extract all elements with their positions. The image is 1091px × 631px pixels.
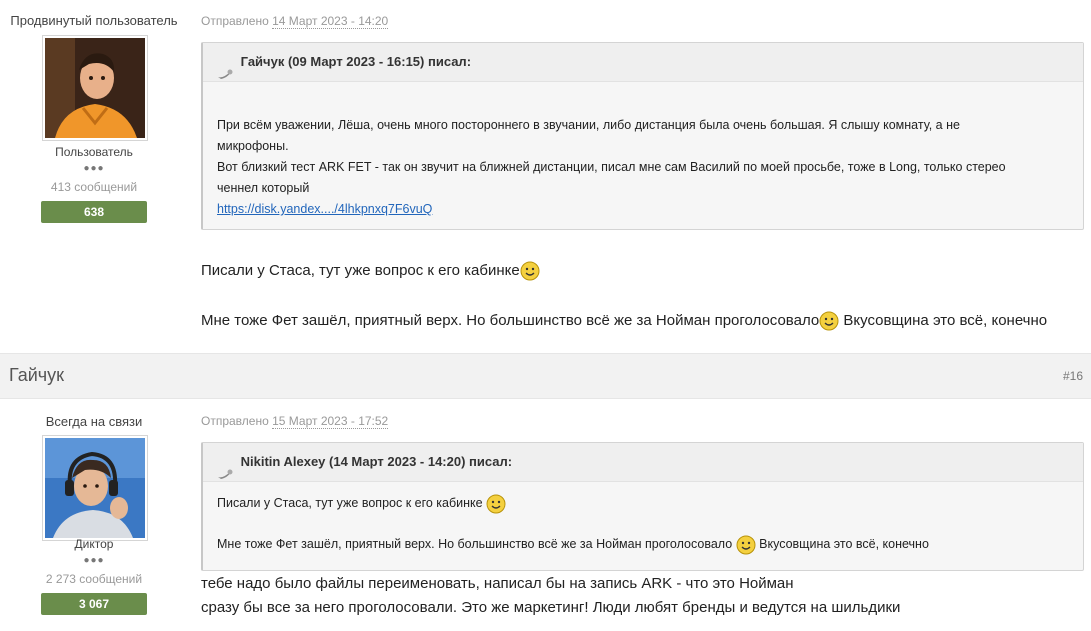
quote-author[interactable]: Гайчук (09 Март 2023 - 16:15) писал: [241, 54, 471, 69]
quote-text: Писали у Стаса, тут уже вопрос к его каб… [217, 496, 483, 510]
smiley-icon [736, 535, 756, 555]
posted-label: Отправлено [201, 14, 269, 28]
smiley-icon [819, 311, 839, 331]
posted-info: Отправлено 14 Март 2023 - 14:20 [201, 14, 389, 29]
post-1: Продвинутый пользователь Пользователь ●●… [0, 0, 1091, 352]
group-name: Диктор [74, 537, 114, 551]
avatar[interactable] [42, 35, 148, 141]
posted-info: Отправлено 15 Март 2023 - 17:52 [201, 414, 389, 429]
post-text: Писали у Стаса, тут уже вопрос к его каб… [201, 261, 520, 279]
post-text: тебе надо было файлы переименовать, напи… [201, 575, 794, 592]
post-text-line: Писали у Стаса, тут уже вопрос к его каб… [201, 261, 540, 281]
user-title: Продвинутый пользователь [10, 13, 178, 28]
quote-line: Писали у Стаса, тут уже вопрос к его каб… [217, 493, 1069, 514]
post-number[interactable]: #16 [1063, 369, 1083, 383]
post-text: сразу бы все за него проголосовали. Это … [201, 599, 901, 616]
smiley-icon [486, 494, 506, 514]
quote-header: Гайчук (09 Март 2023 - 16:15) писал: [203, 43, 1083, 82]
quote-body: При всём уважении, Лёша, очень много пос… [203, 82, 1083, 220]
quote-icon [217, 57, 233, 79]
group-name: Пользователь [55, 145, 133, 159]
reputation-badge[interactable]: 638 [41, 201, 147, 223]
quote-block: Nikitin Alexey (14 Март 2023 - 14:20) пи… [201, 442, 1084, 571]
message-count: 2 273 сообщений [45, 572, 143, 586]
quote-author[interactable]: Nikitin Alexey (14 Март 2023 - 14:20) пи… [241, 454, 512, 469]
quote-block: Гайчук (09 Март 2023 - 16:15) писал: При… [201, 42, 1084, 230]
quote-icon [217, 457, 233, 479]
post-text-line: Мне тоже Фет зашёл, приятный верх. Но бо… [201, 311, 1047, 331]
author-name[interactable]: Гайчук [9, 365, 64, 386]
reputation-badge[interactable]: 3 067 [41, 593, 147, 615]
message-count: 413 сообщений [50, 180, 138, 194]
quote-text: Вкусовщина это всё, конечно [755, 537, 929, 551]
posted-label: Отправлено [201, 414, 269, 428]
quote-body: Писали у Стаса, тут уже вопрос к его каб… [203, 482, 1083, 555]
post-text: Мне тоже Фет зашёл, приятный верх. Но бо… [201, 311, 820, 329]
post-text: Вкусовщина это всё, конечно [839, 311, 1048, 329]
quote-text: Мне тоже Фет зашёл, приятный верх. Но бо… [217, 537, 733, 551]
quote-line: При всём уважении, Лёша, очень много пос… [217, 118, 960, 132]
avatar[interactable] [42, 435, 148, 541]
smiley-icon [520, 261, 540, 281]
user-title: Всегда на связи [45, 414, 143, 429]
post-author-bar: Гайчук #16 [0, 353, 1091, 399]
quote-link[interactable]: https://disk.yandex..../4lhkpnxq7F6vuQ [217, 202, 432, 216]
posted-date[interactable]: 14 Март 2023 - 14:20 [272, 14, 389, 29]
rank-dots: ●●● [83, 555, 105, 566]
quote-header: Nikitin Alexey (14 Март 2023 - 14:20) пи… [203, 443, 1083, 482]
quote-line: микрофоны. [217, 139, 289, 153]
quote-line: Вот близкий тест ARK FET - так он звучит… [217, 160, 1006, 174]
quote-line: Мне тоже Фет зашёл, приятный верх. Но бо… [217, 534, 1069, 555]
posted-date[interactable]: 15 Март 2023 - 17:52 [272, 414, 389, 429]
quote-line: ченнел который [217, 181, 310, 195]
rank-dots: ●●● [83, 163, 105, 174]
